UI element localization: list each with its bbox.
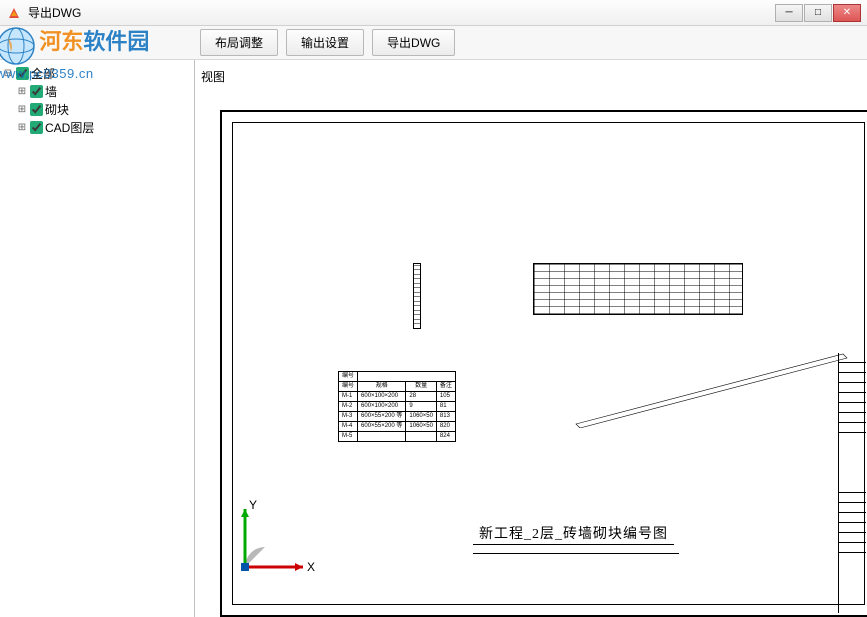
tree-root-checkbox[interactable]	[16, 67, 29, 80]
ucs-axis-icon: X Y	[225, 497, 315, 587]
export-dwg-button[interactable]: 导出DWG	[372, 29, 455, 56]
close-button[interactable]: ✕	[833, 4, 861, 22]
drawing-sheet: 编号 编号 规格 数量 备注 M-1600×100×20028105 M-260…	[220, 110, 867, 617]
minimize-button[interactable]: ─	[775, 4, 803, 22]
collapse-icon[interactable]: ⊟	[2, 68, 14, 79]
tree-item-block[interactable]: ⊞ 砌块	[2, 100, 192, 118]
tree-checkbox[interactable]	[30, 121, 43, 134]
drawing-title: 新工程_2层_砖墙砌块编号图	[473, 523, 679, 559]
tree-root[interactable]: ⊟ 全部	[2, 64, 192, 82]
table-header-row: 编号	[339, 372, 456, 382]
window-controls: ─ □ ✕	[775, 4, 861, 22]
table-row: M-3600×55×200 等1060×50813	[339, 412, 456, 422]
tree-root-label: 全部	[31, 65, 55, 82]
brick-wall-element	[533, 263, 743, 315]
window-title: 导出DWG	[28, 4, 775, 21]
app-icon	[6, 5, 22, 21]
tree-checkbox[interactable]	[30, 85, 43, 98]
table-row: M-2600×100×200981	[339, 402, 456, 412]
diagonal-bar-element	[573, 348, 853, 428]
drawing-frame: 编号 编号 规格 数量 备注 M-1600×100×20028105 M-260…	[232, 122, 865, 605]
table-row: M-1600×100×20028105	[339, 392, 456, 402]
tree-item-label: CAD图层	[45, 119, 94, 136]
tree-item-label: 墙	[45, 83, 57, 100]
expand-icon[interactable]: ⊞	[16, 86, 28, 97]
tree-item-cadlayer[interactable]: ⊞ CAD图层	[2, 118, 192, 136]
column-element	[413, 263, 421, 329]
tree-item-label: 砌块	[45, 101, 69, 118]
table-row: M-4600×55×200 等1060×50820	[339, 422, 456, 432]
layer-tree-panel: ⊟ 全部 ⊞ 墙 ⊞ 砌块 ⊞ CAD图层	[0, 60, 195, 617]
svg-text:Y: Y	[249, 498, 257, 512]
table-cols-row: 编号 规格 数量 备注	[339, 382, 456, 392]
maximize-button[interactable]: □	[804, 4, 832, 22]
layout-adjust-button[interactable]: 布局调整	[200, 29, 278, 56]
table-row: M-5824	[339, 432, 456, 442]
svg-text:X: X	[307, 560, 315, 574]
expand-icon[interactable]: ⊞	[16, 104, 28, 115]
window-title-bar: 导出DWG ─ □ ✕	[0, 0, 867, 26]
toolbar: 布局调整 输出设置 导出DWG	[0, 26, 867, 60]
view-label: 视图	[201, 68, 225, 85]
expand-icon[interactable]: ⊞	[16, 122, 28, 133]
tree-checkbox[interactable]	[30, 103, 43, 116]
tree-item-wall[interactable]: ⊞ 墙	[2, 82, 192, 100]
schedule-table: 编号 编号 规格 数量 备注 M-1600×100×20028105 M-260…	[338, 371, 456, 442]
output-settings-button[interactable]: 输出设置	[286, 29, 364, 56]
title-block	[838, 353, 866, 613]
drawing-viewport[interactable]: 视图 编号 编号 规格 数量	[195, 60, 867, 617]
